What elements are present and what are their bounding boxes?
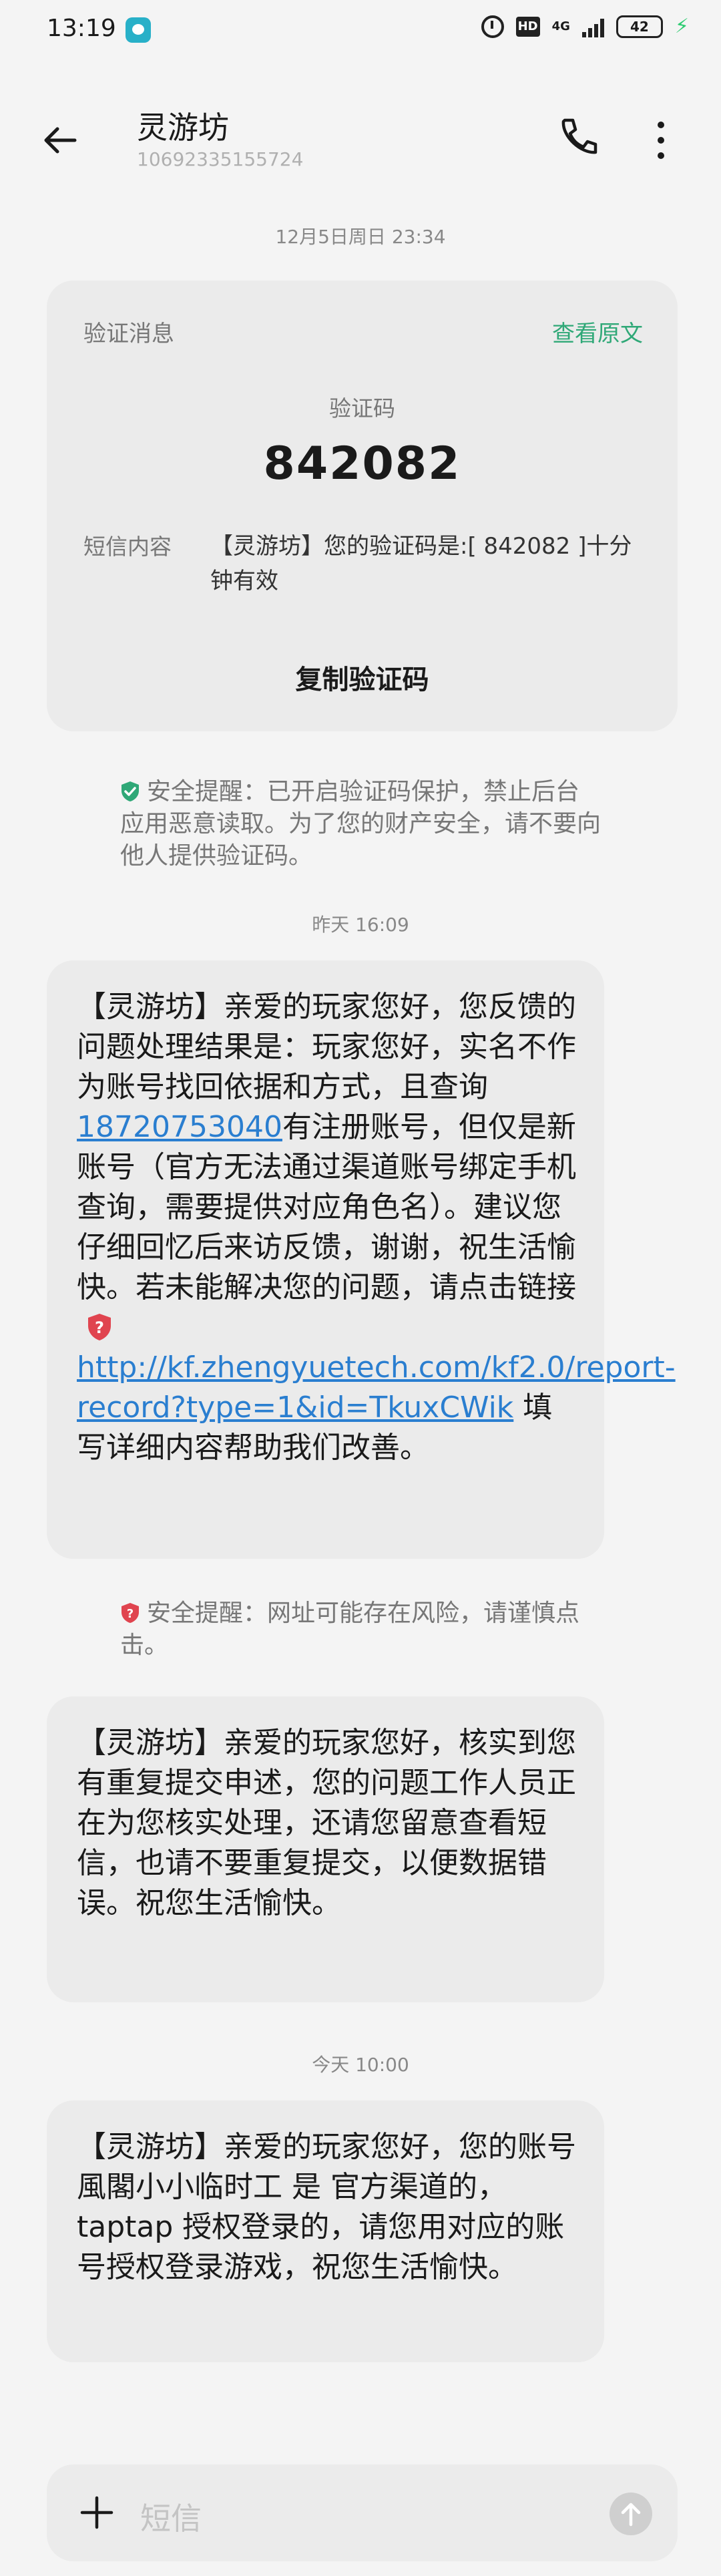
message-text: 【灵游坊】亲爱的玩家您好，核实到您有重复提交申述，您的问题工作人员正在为您核实处…	[77, 1726, 576, 1920]
link-warning-text: 安全提醒：网址可能存在风险，请谨慎点击。	[120, 1600, 580, 1659]
arrow-up-icon	[621, 2503, 641, 2527]
back-button[interactable]	[40, 120, 87, 160]
copy-code-button[interactable]: 复制验证码	[47, 658, 678, 697]
plus-icon	[80, 2496, 113, 2529]
message-text: 【灵游坊】亲爱的玩家您好，您反馈的问题处理结果是：玩家您好，实名不作为账号找回依…	[77, 990, 576, 1104]
shield-check-icon	[122, 781, 139, 801]
verification-card: 验证消息 查看原文 验证码 842082 短信内容 【灵游坊】您的验证码是:[ …	[47, 281, 678, 731]
message-composer: 短信	[47, 2464, 678, 2561]
warning-shield-icon: ?	[122, 1603, 139, 1623]
message-url-link[interactable]: http://kf.zhengyuetech.com/kf2.0/report-…	[77, 1350, 676, 1425]
message-input[interactable]: 短信	[140, 2495, 202, 2539]
status-bar: 13:19 HD 4G 42 ⚡	[0, 0, 721, 60]
charging-icon: ⚡	[674, 15, 689, 38]
svg-text:?: ?	[95, 1318, 104, 1337]
contact-name: 灵游坊	[137, 110, 229, 146]
link-warning-notice: ? 安全提醒：网址可能存在风险，请谨慎点击。	[120, 1598, 601, 1662]
svg-text:?: ?	[127, 1607, 134, 1621]
message-timestamp: 12月5日周日 23:34	[275, 226, 446, 248]
add-attachment-button[interactable]	[77, 2493, 117, 2533]
call-button[interactable]	[554, 114, 601, 160]
conversation-header: 灵游坊 10692335155724	[0, 80, 721, 187]
message-timestamp: 昨天 16:09	[312, 914, 409, 936]
verification-code: 842082	[263, 437, 461, 490]
more-options-button[interactable]	[651, 117, 671, 164]
phone-icon	[561, 118, 597, 154]
battery-level: 42	[630, 18, 649, 35]
message-text: 【灵游坊】亲爱的玩家您好，您的账号 風閣小小临时工 是 官方渠道的，taptap…	[77, 2130, 576, 2284]
battery-icon: 42	[616, 15, 663, 38]
send-button[interactable]	[610, 2493, 652, 2535]
status-icons: HD 4G 42 ⚡	[481, 15, 689, 38]
warning-shield-icon: ?	[88, 1314, 111, 1340]
security-notice: 安全提醒：已开启验证码保护，禁止后台应用恶意读取。为了您的财产安全，请不要向他人…	[120, 776, 601, 872]
message-timestamp: 今天 10:00	[312, 2054, 409, 2076]
message-bubble: 【灵游坊】亲爱的玩家您好，您反馈的问题处理结果是：玩家您好，实名不作为账号找回依…	[47, 960, 676, 1559]
more-vertical-icon	[658, 122, 664, 159]
code-label: 验证码	[329, 395, 395, 421]
verification-label: 验证消息	[83, 321, 174, 347]
sms-content-text: 【灵游坊】您的验证码是:[ 842082 ]十分钟有效	[210, 533, 632, 594]
status-time: 13:19	[47, 15, 116, 42]
arrow-left-icon	[44, 127, 77, 154]
alarm-icon	[481, 15, 504, 38]
network-type-icon: 4G	[551, 19, 570, 33]
security-notice-text: 安全提醒：已开启验证码保护，禁止后台应用恶意读取。为了您的财产安全，请不要向他人…	[120, 778, 602, 870]
hd-icon: HD	[515, 16, 540, 37]
message-bubble: 【灵游坊】亲爱的玩家您好，您的账号 風閣小小临时工 是 官方渠道的，taptap…	[47, 2100, 604, 2362]
view-original-link[interactable]: 查看原文	[552, 315, 643, 348]
chat-app-icon	[126, 17, 151, 43]
sms-content-label: 短信内容	[83, 534, 172, 560]
signal-icon	[581, 16, 604, 37]
message-bubble: 【灵游坊】亲爱的玩家您好，核实到您有重复提交申述，您的问题工作人员正在为您核实处…	[47, 1696, 604, 2002]
phone-number-link[interactable]: 18720753040	[77, 1110, 282, 1144]
contact-number: 10692335155724	[137, 148, 304, 170]
